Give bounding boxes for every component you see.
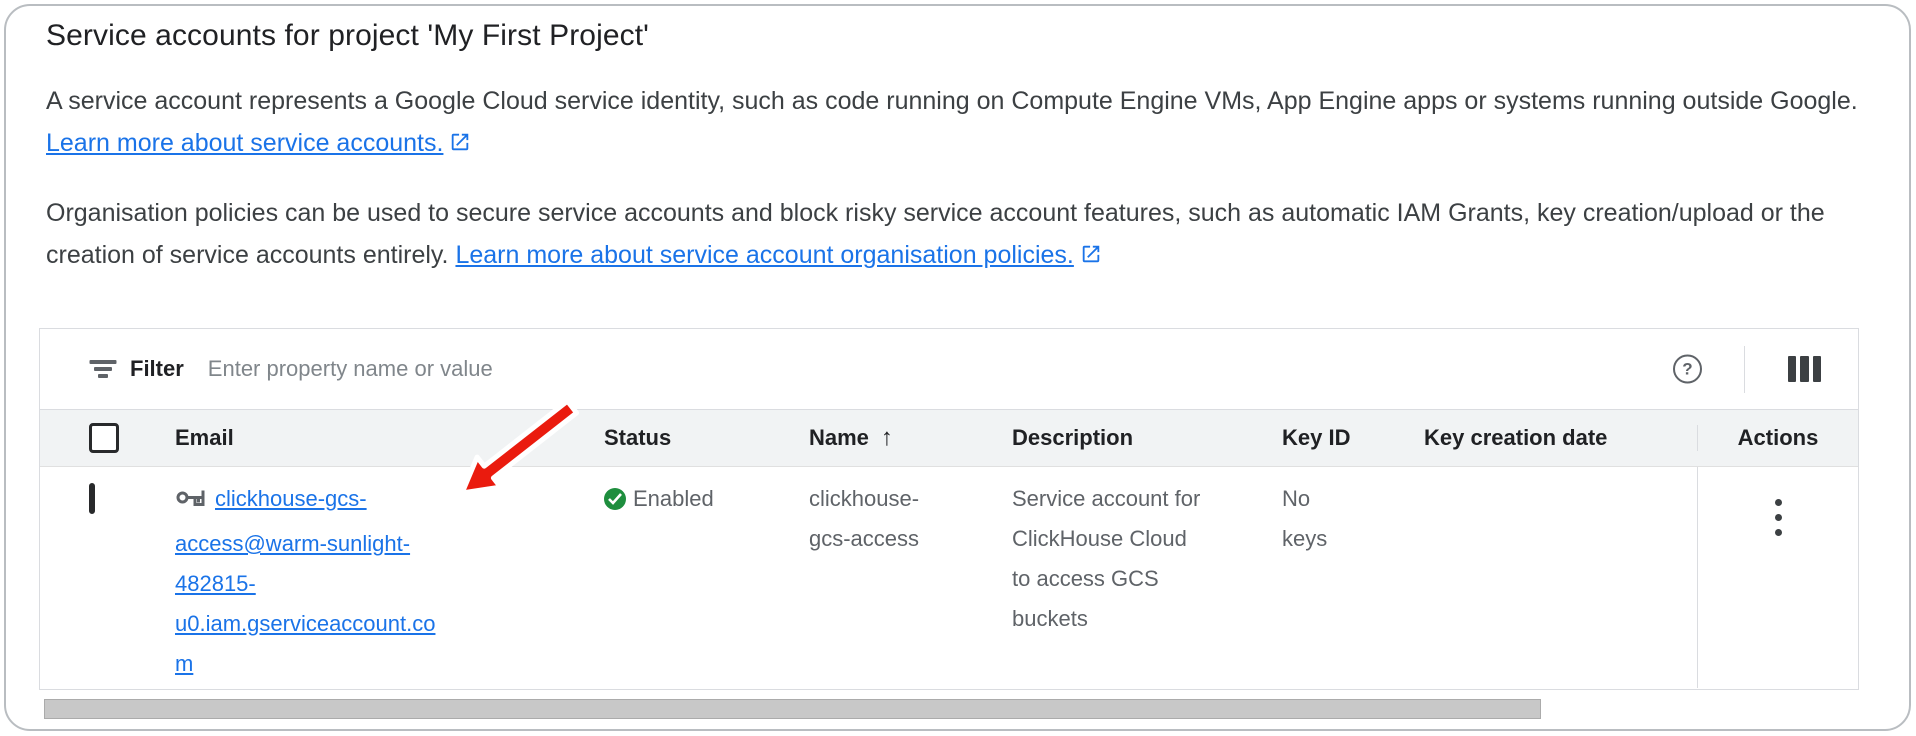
- filter-icon: [89, 360, 116, 378]
- column-header-description[interactable]: Description: [1012, 425, 1282, 451]
- column-display-options-icon[interactable]: [1788, 356, 1821, 382]
- name-text: clickhouse-gcs-access: [809, 479, 957, 559]
- column-header-actions: Actions: [1697, 425, 1858, 451]
- filter-bar: Filter ?: [40, 329, 1858, 410]
- description-cell: Service account for ClickHouse Cloud to …: [1012, 467, 1282, 688]
- column-header-key-creation-date[interactable]: Key creation date: [1424, 425, 1697, 451]
- page-title: Service accounts for project 'My First P…: [46, 19, 649, 53]
- intro-paragraph-1: A service account represents a Google Cl…: [46, 80, 1861, 166]
- table-header-row: Email Status Name↑ Description Key ID Ke…: [40, 410, 1858, 467]
- service-accounts-table: Filter ? Email Status Name↑ Description …: [39, 328, 1859, 690]
- external-link-icon: [449, 124, 471, 166]
- service-account-email-link[interactable]: clickhouse-gcs-access@warm-sunlight-4828…: [175, 479, 447, 684]
- row-actions-menu-icon[interactable]: [1765, 493, 1792, 542]
- toolbar-divider: [1744, 346, 1745, 393]
- filter-input[interactable]: [208, 356, 1308, 382]
- status-enabled-check-icon: [604, 488, 626, 510]
- key-creation-date-cell: [1424, 467, 1697, 688]
- status-cell: Enabled: [604, 467, 809, 688]
- description-text: Service account for ClickHouse Cloud to …: [1012, 479, 1202, 639]
- horizontal-scrollbar-track: [39, 698, 1859, 720]
- intro-paragraph-2: Organisation policies can be used to sec…: [46, 192, 1861, 278]
- row-select-checkbox[interactable]: [89, 483, 95, 514]
- service-account-key-icon: [175, 484, 206, 524]
- row-select-cell: [40, 467, 175, 688]
- service-accounts-page: Service accounts for project 'My First P…: [4, 4, 1911, 731]
- column-header-key-id[interactable]: Key ID: [1282, 425, 1424, 451]
- column-header-status[interactable]: Status: [604, 425, 809, 451]
- horizontal-scrollbar-thumb[interactable]: [44, 699, 1541, 719]
- learn-more-org-policies-link[interactable]: Learn more about service account organis…: [455, 241, 1101, 269]
- filter-label: Filter: [130, 356, 184, 382]
- status-text: Enabled: [633, 479, 714, 519]
- select-all-checkbox[interactable]: [89, 423, 119, 453]
- sort-ascending-icon: ↑: [881, 424, 893, 451]
- table-row: clickhouse-gcs-access@warm-sunlight-4828…: [40, 467, 1858, 688]
- email-text: clickhouse-gcs-access@warm-sunlight-4828…: [175, 486, 435, 676]
- email-cell: clickhouse-gcs-access@warm-sunlight-4828…: [175, 467, 604, 688]
- column-header-email[interactable]: Email: [175, 425, 604, 451]
- column-header-name[interactable]: Name↑: [809, 424, 1012, 452]
- select-all-cell: [40, 423, 175, 453]
- external-link-icon: [1080, 236, 1102, 278]
- actions-cell: [1697, 467, 1858, 688]
- help-icon[interactable]: ?: [1673, 355, 1702, 384]
- learn-more-service-accounts-link[interactable]: Learn more about service accounts.: [46, 129, 471, 157]
- name-cell: clickhouse-gcs-access: [809, 467, 1012, 688]
- key-id-text: No keys: [1282, 479, 1344, 559]
- intro-1-text: A service account represents a Google Cl…: [46, 87, 1858, 115]
- key-id-cell: No keys: [1282, 467, 1424, 688]
